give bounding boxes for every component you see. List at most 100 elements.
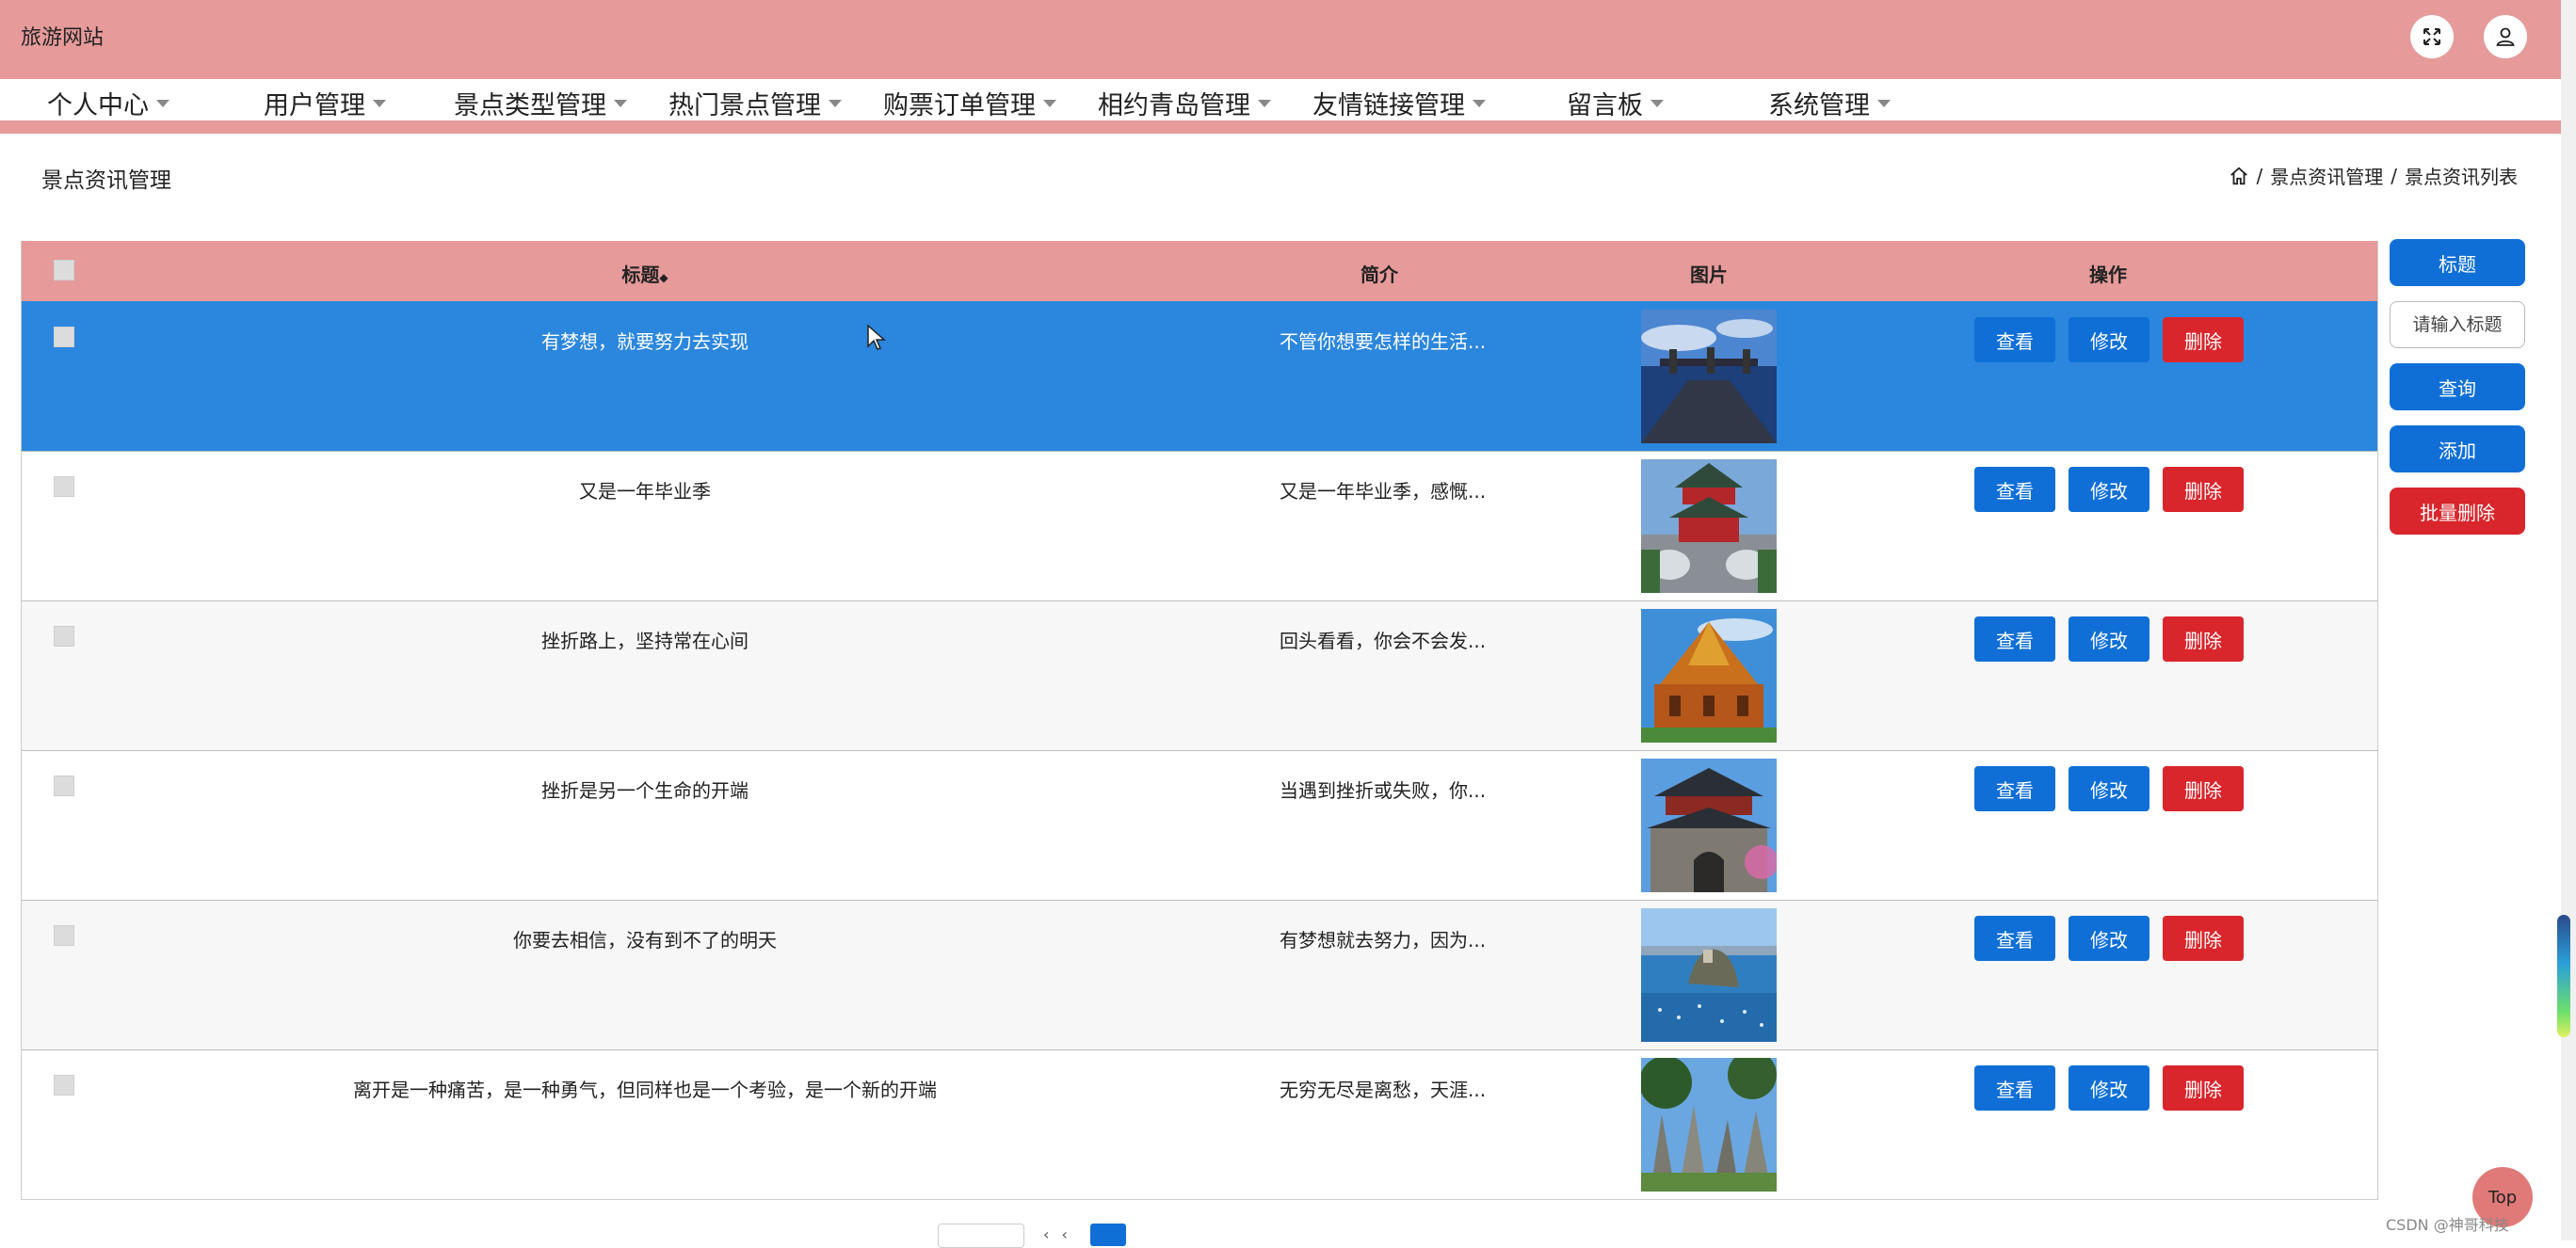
- row-checkbox[interactable]: [54, 1075, 74, 1096]
- row-summary: 又是一年毕业季，感慨...: [1280, 480, 1487, 503]
- row-summary: 有梦想就去努力，因为...: [1280, 929, 1487, 952]
- nav-qingdao-meetup-management[interactable]: 相约青岛管理: [1098, 85, 1271, 121]
- delete-button[interactable]: 删除: [2163, 317, 2244, 362]
- sort-icon[interactable]: ◆: [659, 271, 668, 284]
- delete-button[interactable]: 删除: [2163, 616, 2244, 662]
- row-checkbox[interactable]: [54, 626, 74, 647]
- edit-button[interactable]: 修改: [2069, 616, 2149, 662]
- add-button[interactable]: 添加: [2390, 425, 2525, 472]
- column-image-header: 图片: [1690, 264, 1728, 286]
- row-actions: 查看 修改 删除: [1974, 467, 2244, 512]
- view-button[interactable]: 查看: [1974, 317, 2055, 362]
- select-all-checkbox[interactable]: [54, 260, 74, 280]
- search-field-label[interactable]: 标题: [2390, 239, 2525, 286]
- table-row[interactable]: 挫折路上，坚持常在心间 回头看看，你会不会发... 查看 修改 删除: [22, 600, 2377, 750]
- caret-down-icon: [614, 99, 627, 107]
- watermark: CSDN @神哥科技: [2386, 1216, 2509, 1234]
- nav-label: 相约青岛管理: [1098, 91, 1250, 120]
- edit-button[interactable]: 修改: [2069, 1065, 2149, 1111]
- row-summary: 回头看看，你会不会发...: [1280, 630, 1487, 652]
- column-label: 标题: [621, 264, 660, 286]
- caret-down-icon: [1473, 99, 1486, 107]
- stone-forest-photo: [1641, 1058, 1777, 1192]
- edit-button[interactable]: 修改: [2069, 317, 2149, 362]
- caret-down-icon: [829, 99, 842, 107]
- table-row[interactable]: 挫折是另一个生命的开端 当遇到挫折或失败，你... 查看 修改 删除: [22, 750, 2377, 900]
- row-checkbox[interactable]: [54, 925, 74, 946]
- delete-button[interactable]: 删除: [2163, 1065, 2244, 1111]
- news-table: 标题◆ 简介 图片 操作 有梦想，就要努力去实现 不管你想要怎样的生活... 查: [21, 241, 2378, 1200]
- delete-button[interactable]: 删除: [2163, 766, 2244, 811]
- column-actions-header: 操作: [2089, 264, 2127, 286]
- nav-personal-center[interactable]: 个人中心: [47, 85, 169, 121]
- row-summary: 不管你想要怎样的生活...: [1280, 330, 1487, 353]
- row-checkbox[interactable]: [54, 327, 74, 347]
- view-button[interactable]: 查看: [1974, 1065, 2055, 1111]
- nav-label: 系统管理: [1768, 91, 1870, 120]
- nav-label: 个人中心: [47, 91, 149, 120]
- breadcrumb: / 景点资讯管理 / 景点资讯列表: [2229, 162, 2518, 189]
- breadcrumb-item[interactable]: 景点资讯管理: [2270, 162, 2383, 189]
- row-thumbnail: [1641, 609, 1777, 743]
- edit-button[interactable]: 修改: [2069, 766, 2149, 811]
- row-title: 又是一年毕业季: [579, 480, 711, 503]
- edit-button[interactable]: 修改: [2069, 467, 2149, 512]
- nav-label: 热门景点管理: [668, 91, 821, 120]
- delete-button[interactable]: 删除: [2163, 916, 2244, 961]
- query-button[interactable]: 查询: [2390, 363, 2525, 410]
- table-row[interactable]: 有梦想，就要努力去实现 不管你想要怎样的生活... 查看 修改 删除: [22, 301, 2377, 451]
- user-menu-button[interactable]: [2484, 15, 2527, 58]
- nav-message-board[interactable]: 留言板: [1567, 85, 1664, 121]
- row-summary: 当遇到挫折或失败，你...: [1280, 779, 1487, 802]
- view-button[interactable]: 查看: [1974, 766, 2055, 811]
- fullscreen-button[interactable]: [2410, 15, 2454, 58]
- row-checkbox[interactable]: [54, 776, 74, 796]
- nav-ticket-order-management[interactable]: 购票订单管理: [883, 85, 1056, 121]
- breadcrumb-separator: /: [2256, 164, 2263, 187]
- nav-spot-type-management[interactable]: 景点类型管理: [454, 85, 627, 121]
- edit-button[interactable]: 修改: [2069, 916, 2149, 961]
- breadcrumb-item-current: 景点资讯列表: [2405, 166, 2518, 188]
- row-actions: 查看 修改 删除: [1974, 916, 2244, 961]
- table-row[interactable]: 你要去相信，没有到不了的明天 有梦想就去努力，因为... 查看 修改 删除: [22, 900, 2377, 1049]
- site-title: 旅游网站: [21, 26, 105, 50]
- column-title-header[interactable]: 标题◆: [621, 260, 668, 287]
- row-actions: 查看 修改 删除: [1974, 766, 2244, 811]
- pager-prev-icon[interactable]: ‹ ‹: [1043, 1225, 1071, 1243]
- batch-delete-button[interactable]: 批量删除: [2390, 488, 2525, 535]
- row-actions: 查看 修改 删除: [1974, 616, 2244, 662]
- page-number-active[interactable]: [1089, 1224, 1126, 1246]
- page-size-select[interactable]: [938, 1224, 1024, 1248]
- nav-hot-spot-management[interactable]: 热门景点管理: [668, 85, 842, 121]
- main-nav: 个人中心 用户管理 景点类型管理 热门景点管理 购票订单管理 相约青岛管理 友情…: [0, 79, 2561, 134]
- row-thumbnail: [1641, 759, 1777, 892]
- user-icon: [2496, 27, 2515, 46]
- row-checkbox[interactable]: [54, 476, 74, 497]
- nav-friend-link-management[interactable]: 友情链接管理: [1312, 85, 1486, 121]
- table-header: 标题◆ 简介 图片 操作: [22, 241, 2377, 301]
- view-button[interactable]: 查看: [1974, 916, 2055, 961]
- row-summary: 无穷无尽是离愁，天涯...: [1280, 1079, 1487, 1101]
- row-thumbnail: [1641, 310, 1777, 443]
- home-icon[interactable]: [2229, 166, 2249, 186]
- scrollbar-thumb[interactable]: [2557, 915, 2570, 1037]
- row-title: 有梦想，就要努力去实现: [541, 330, 749, 353]
- delete-button[interactable]: 删除: [2163, 467, 2244, 512]
- row-title: 你要去相信，没有到不了的明天: [513, 929, 777, 952]
- row-thumbnail: [1641, 459, 1777, 593]
- pagination: ‹ ‹: [938, 1224, 1126, 1248]
- caret-down-icon: [373, 99, 386, 107]
- view-button[interactable]: 查看: [1974, 467, 2055, 512]
- view-button[interactable]: 查看: [1974, 616, 2055, 662]
- nav-system-management[interactable]: 系统管理: [1768, 85, 1891, 121]
- caret-down-icon: [156, 99, 169, 107]
- caret-down-icon: [1043, 99, 1056, 107]
- mouse-cursor-icon: [867, 324, 886, 350]
- row-title: 挫折路上，坚持常在心间: [541, 630, 749, 652]
- search-title-input[interactable]: [2390, 301, 2525, 348]
- table-row[interactable]: 离开是一种痛苦，是一种勇气，但同样也是一个考验，是一个新的开端 无穷无尽是离愁，…: [22, 1049, 2377, 1199]
- scrollbar-track[interactable]: [2561, 0, 2576, 1240]
- nav-user-management[interactable]: 用户管理: [264, 85, 386, 121]
- caret-down-icon: [1258, 99, 1271, 107]
- table-row[interactable]: 又是一年毕业季 又是一年毕业季，感慨... 查看 修改 删除: [22, 451, 2377, 600]
